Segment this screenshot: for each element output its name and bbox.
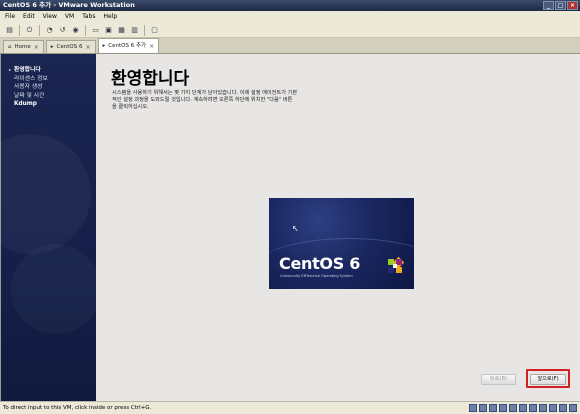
description-line: 을 클릭하십시오. (112, 104, 149, 110)
status-text: To direct input to this VM, click inside… (3, 405, 152, 411)
message-icon[interactable] (549, 404, 557, 412)
device-icons (469, 404, 577, 412)
display-icon[interactable] (539, 404, 547, 412)
usb-icon[interactable] (509, 404, 517, 412)
page-title: 환영합니다 (111, 69, 190, 89)
description-line: 시스템을 사용하기 위해서는 몇 가지 단계가 남아있습니다. 이제 설정 에이… (112, 90, 298, 96)
title-bar: CentOS 6 추가 - VMware Workstation _ □ × (0, 0, 580, 11)
home-icon: ⌂ (8, 43, 12, 50)
vm-display[interactable]: ▸ 환영합니다 라이센스 정보 사용자 생성 날짜 및 시간 Kdump 환영합니… (0, 54, 580, 401)
tab-close-icon[interactable]: × (149, 39, 154, 54)
step-item-license: 라이센스 정보 (14, 75, 48, 82)
snapshot-icon[interactable]: ◔ (44, 25, 55, 36)
printer-icon[interactable] (529, 404, 537, 412)
toolbar-separator (19, 24, 20, 36)
floppy-icon[interactable] (489, 404, 497, 412)
close-button[interactable]: × (567, 1, 578, 10)
toolbar-separator (39, 24, 40, 36)
description-line: 적인 설정 과정을 도와드릴 것입니다. 계속하려면 오른쪽 하단에 위치한 "… (112, 97, 293, 103)
toolbar-separator (85, 24, 86, 36)
status-bar: To direct input to this VM, click inside… (0, 401, 580, 414)
tab-label: CentOS 6 (56, 43, 83, 50)
folder-icon[interactable]: ▤ (4, 25, 15, 36)
power-icon[interactable]: ⏻ (24, 25, 35, 36)
menu-help[interactable]: Help (104, 11, 118, 23)
tab-centos6-add[interactable]: ▸ CentOS 6 추가 × (97, 38, 160, 54)
centos-logo-text: CentOS 6 (279, 254, 361, 273)
network-icon[interactable] (499, 404, 507, 412)
welcome-page: 환영합니다 시스템을 사용하기 위해서는 몇 가지 단계가 남아있습니다. 이제… (96, 54, 580, 401)
unity-icon[interactable]: ▦ (116, 25, 127, 36)
revert-icon[interactable]: ↺ (57, 25, 68, 36)
tab-home[interactable]: ⌂ Home × (3, 40, 44, 53)
toolbar: ▤ ⏻ ◔ ↺ ◉ ▭ ▣ ▦ ▥ ▢ (0, 23, 580, 38)
step-item-kdump: Kdump (14, 101, 37, 107)
centos-emblem-icon (388, 256, 405, 273)
tab-close-icon[interactable]: × (85, 41, 90, 54)
menu-edit[interactable]: Edit (23, 11, 35, 23)
menu-file[interactable]: File (5, 11, 15, 23)
menu-view[interactable]: View (43, 11, 57, 23)
centos-tagline: Community ENTerprise Operating System (280, 274, 353, 278)
step-item-create-user: 사용자 생성 (14, 84, 43, 90)
centos-splash-image: ↖ CentOS 6 Community ENTerprise Operatin… (269, 198, 414, 289)
window-title: CentOS 6 추가 - VMware Workstation (3, 1, 135, 9)
mouse-cursor-icon: ↖ (292, 224, 299, 233)
vm-icon: ▸ (102, 42, 106, 49)
manage-snapshots-icon[interactable]: ◉ (70, 25, 81, 36)
toolbar-separator (144, 24, 145, 36)
sound-icon[interactable] (519, 404, 527, 412)
vmware-window: CentOS 6 추가 - VMware Workstation _ □ × F… (0, 0, 580, 414)
cdrom-icon[interactable] (479, 404, 487, 412)
maximize-button[interactable]: □ (555, 1, 566, 10)
fullscreen-icon[interactable]: ▣ (103, 25, 114, 36)
tab-bar: ⌂ Home × ▸ CentOS 6 × ▸ CentOS 6 추가 × (0, 38, 580, 54)
settings-icon[interactable] (569, 404, 577, 412)
sidebar-decoration (0, 134, 91, 254)
step-item-welcome: ▸ 환영합니다 (9, 67, 41, 73)
tab-label: Home (14, 43, 31, 50)
menu-vm[interactable]: VM (65, 11, 74, 23)
welcome-description: 시스템을 사용하기 위해서는 몇 가지 단계가 남아있습니다. 이제 설정 에이… (112, 90, 357, 111)
step-list: ▸ 환영합니다 라이센스 정보 사용자 생성 날짜 및 시간 Kdump (9, 66, 48, 109)
back-button[interactable]: 뒤로(B) (481, 374, 516, 385)
next-button[interactable]: 앞으로(F) (530, 374, 566, 385)
view-icon[interactable]: ▥ (129, 25, 140, 36)
tab-label: CentOS 6 추가 (108, 42, 147, 49)
minimize-button[interactable]: _ (543, 1, 554, 10)
step-item-date-time: 날짜 및 시간 (14, 92, 45, 99)
window-controls: _ □ × (543, 1, 578, 10)
hdd-icon[interactable] (469, 404, 477, 412)
tab-centos6[interactable]: ▸ CentOS 6 × (45, 40, 96, 54)
tab-close-icon[interactable]: × (34, 41, 39, 54)
sidebar-decoration (11, 244, 101, 334)
menu-bar: File Edit View VM Tabs Help (0, 11, 580, 23)
console-icon[interactable]: ▭ (90, 25, 101, 36)
menu-tabs[interactable]: Tabs (82, 11, 95, 23)
vm-icon: ▸ (50, 43, 54, 50)
firstboot-sidebar: ▸ 환영합니다 라이센스 정보 사용자 생성 날짜 및 시간 Kdump (0, 54, 96, 401)
quickswitch-icon[interactable]: ▢ (149, 25, 160, 36)
vmtools-icon[interactable] (559, 404, 567, 412)
